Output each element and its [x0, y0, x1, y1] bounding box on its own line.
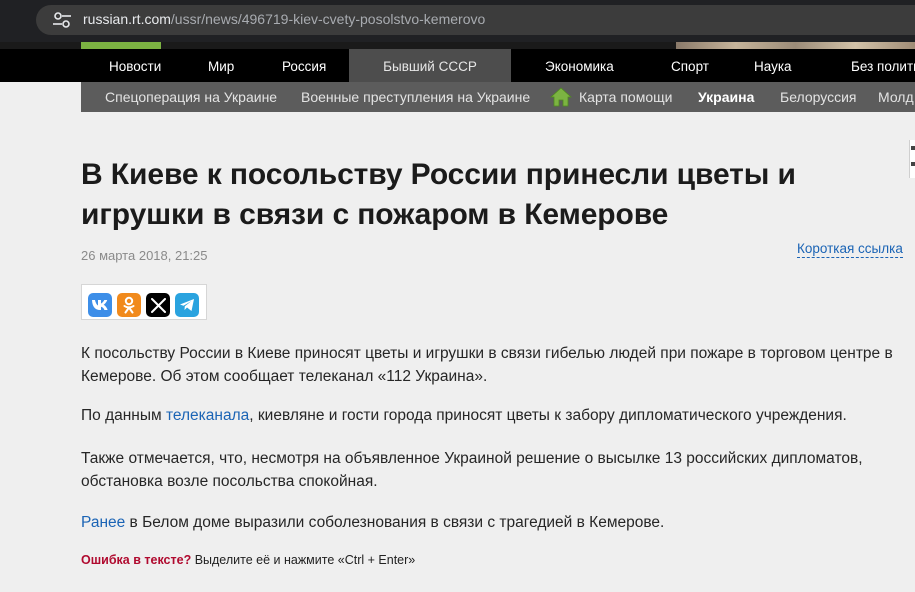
sub-navigation: Спецоперация на Украине Военные преступл… — [81, 82, 915, 112]
article-paragraph-2: По данным телеканала, киевляне и гости г… — [81, 404, 901, 427]
top-strip-accent — [81, 42, 161, 49]
nav-item-russia[interactable]: Россия — [282, 49, 326, 82]
url-text[interactable]: russian.rt.com/ussr/news/496719-kiev-cve… — [83, 11, 485, 27]
subnav-item-special-operation[interactable]: Спецоперация на Украине — [105, 82, 277, 112]
subnav-item-ukraine[interactable]: Украина — [698, 82, 754, 112]
earlier-link[interactable]: Ранее — [81, 514, 125, 531]
nav-item-ussr[interactable]: Бывший СССР — [349, 49, 511, 82]
article-title: В Киеве к посольству России принесли цве… — [81, 158, 796, 231]
side-widget-mark — [911, 146, 915, 150]
top-strip-photo — [676, 42, 915, 49]
article-date: 26 марта 2018, 21:25 — [81, 248, 208, 263]
tv-channel-link[interactable]: телеканала — [166, 407, 249, 424]
error-report-hint: Ошибка в тексте? Выделите её и нажмите «… — [81, 553, 415, 567]
nav-item-no-politics[interactable]: Без полити — [851, 49, 915, 82]
nav-item-sport[interactable]: Спорт — [671, 49, 709, 82]
paragraph-2-end: , киевляне и гости города приносят цветы… — [249, 407, 847, 424]
vk-icon — [92, 300, 108, 310]
url-host: russian.rt.com — [83, 11, 171, 27]
subnav-item-moldova[interactable]: Молд — [878, 82, 914, 112]
nav-item-science[interactable]: Наука — [754, 49, 792, 82]
side-widget-mark — [911, 162, 915, 166]
paragraph-4-end: в Белом доме выразили соболезнования в с… — [125, 514, 665, 531]
share-telegram-button[interactable] — [175, 293, 199, 317]
nav-item-economy[interactable]: Экономика — [545, 49, 614, 82]
site-settings-icon[interactable] — [52, 11, 72, 29]
nav-item-news[interactable]: Новости — [109, 49, 161, 82]
short-link[interactable]: Короткая ссылка — [797, 241, 903, 258]
x-icon — [150, 297, 166, 313]
url-path: /ussr/news/496719-kiev-cvety-posolstvo-k… — [170, 11, 486, 27]
browser-address-bar: russian.rt.com/ussr/news/496719-kiev-cve… — [0, 0, 915, 42]
nav-item-world[interactable]: Мир — [208, 49, 234, 82]
subnav-item-war-crimes[interactable]: Военные преступления на Украине — [301, 82, 530, 112]
subnav-item-belarus[interactable]: Белоруссия — [780, 82, 857, 112]
share-x-button[interactable] — [146, 293, 170, 317]
article-paragraph-4: Ранее в Белом доме выразили соболезнован… — [81, 511, 901, 534]
odnoklassniki-icon — [123, 296, 135, 314]
subnav-item-help-map[interactable]: Карта помощи — [579, 82, 672, 112]
article-paragraph-1: К посольству России в Киеве приносят цве… — [81, 345, 893, 385]
share-panel — [81, 284, 207, 320]
main-navigation: Новости Мир Россия Бывший СССР Экономика… — [0, 49, 915, 82]
home-icon — [550, 87, 572, 107]
error-label: Ошибка в тексте? — [81, 553, 192, 567]
telegram-icon — [180, 299, 194, 311]
share-ok-button[interactable] — [117, 293, 141, 317]
paragraph-2-start: По данным — [81, 407, 166, 424]
error-instructions: Выделите её и нажмите «Ctrl + Enter» — [191, 553, 416, 567]
share-vk-button[interactable] — [88, 293, 112, 317]
article-paragraph-3: Также отмечается, что, несмотря на объяв… — [81, 450, 863, 490]
